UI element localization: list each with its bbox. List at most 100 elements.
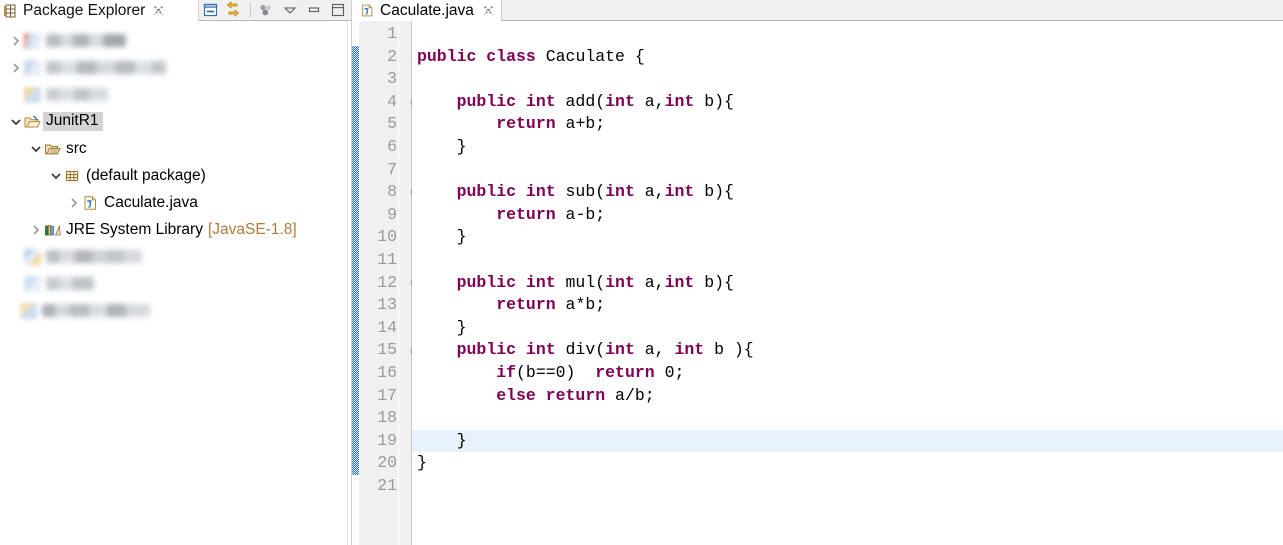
panel-inner-divider bbox=[347, 21, 348, 545]
line-number: 1 bbox=[387, 24, 397, 43]
line-number: 17 bbox=[377, 385, 397, 405]
fold-collapse-icon[interactable] bbox=[399, 91, 421, 114]
code-token: a+b; bbox=[555, 114, 606, 134]
line-number: 21 bbox=[377, 475, 397, 495]
fold-collapse-icon[interactable] bbox=[399, 181, 421, 204]
tree-row[interactable] bbox=[0, 270, 352, 297]
code-line[interactable]: public int sub(int a,int b){ bbox=[412, 181, 1283, 204]
code-token: int bbox=[664, 272, 695, 292]
code-line[interactable]: } bbox=[412, 452, 1283, 475]
close-icon[interactable] bbox=[152, 4, 165, 17]
fold-collapse-icon[interactable] bbox=[399, 272, 421, 295]
tree-row[interactable] bbox=[0, 297, 352, 324]
project-icon bbox=[20, 302, 37, 319]
package-explorer-tab[interactable]: Package Explorer bbox=[0, 0, 165, 21]
code-token: b){ bbox=[694, 182, 734, 202]
code-token: return bbox=[595, 362, 655, 382]
code-token: public int bbox=[456, 340, 566, 360]
open-project-icon bbox=[24, 114, 41, 130]
code-line[interactable]: } bbox=[412, 226, 1283, 249]
chevron-down-icon[interactable] bbox=[8, 114, 24, 130]
chevron-right-icon[interactable] bbox=[28, 222, 44, 238]
editor-marker-bar[interactable] bbox=[352, 21, 359, 545]
code-line[interactable]: else return a/b; bbox=[412, 385, 1283, 408]
tree-row-caculate-java[interactable]: Caculate.java bbox=[0, 189, 352, 216]
fold-collapse-icon[interactable] bbox=[399, 339, 421, 362]
chevron-down-icon[interactable] bbox=[280, 1, 300, 19]
code-token: public class bbox=[417, 46, 546, 66]
package-explorer-tree[interactable]: JunitR1 src (default package) Caculate.j… bbox=[0, 21, 352, 545]
tree-row[interactable] bbox=[0, 54, 352, 81]
tree-row-label-redacted bbox=[42, 304, 150, 317]
tree-row-label: JunitR1 bbox=[43, 112, 103, 131]
tree-row-label-redacted bbox=[46, 277, 94, 290]
line-number: 18 bbox=[377, 408, 397, 428]
code-token: int bbox=[664, 91, 695, 111]
maximize-icon[interactable] bbox=[328, 1, 348, 19]
line-number: 19 bbox=[377, 430, 397, 450]
tree-row-jre-system-library[interactable]: JRE System Library [JavaSE-1.8] bbox=[0, 216, 352, 243]
code-line[interactable]: public int mul(int a,int b){ bbox=[412, 272, 1283, 295]
chevron-down-icon[interactable] bbox=[28, 141, 44, 157]
tree-row-src[interactable]: src bbox=[0, 135, 352, 162]
close-icon[interactable] bbox=[482, 4, 495, 17]
tree-row-label-redacted bbox=[46, 34, 126, 47]
code-line[interactable] bbox=[412, 475, 1283, 498]
code-line[interactable] bbox=[412, 68, 1283, 91]
code-line[interactable]: public int add(int a,int b){ bbox=[412, 91, 1283, 114]
code-line[interactable]: public int div(int a, int b ){ bbox=[412, 339, 1283, 362]
tree-row[interactable] bbox=[0, 81, 352, 108]
code-line[interactable] bbox=[412, 407, 1283, 430]
tree-row[interactable] bbox=[0, 243, 352, 270]
code-token: a-b; bbox=[555, 204, 606, 224]
code-token: int bbox=[605, 272, 635, 292]
code-line[interactable] bbox=[412, 249, 1283, 272]
tree-row-label-redacted bbox=[46, 61, 166, 74]
code-line[interactable]: public class Caculate { bbox=[412, 46, 1283, 69]
code-line[interactable]: return a*b; bbox=[412, 294, 1283, 317]
code-line[interactable]: if(b==0) return 0; bbox=[412, 362, 1283, 385]
code-token: Caculate { bbox=[545, 46, 645, 66]
code-token: } bbox=[417, 430, 467, 450]
code-line[interactable]: } bbox=[412, 136, 1283, 159]
link-with-editor-icon[interactable] bbox=[225, 1, 245, 19]
folding-ruler[interactable] bbox=[399, 21, 421, 545]
code-line[interactable]: return a-b; bbox=[412, 204, 1283, 227]
chevron-right-icon[interactable] bbox=[8, 60, 24, 76]
tree-row-default-package[interactable]: (default package) bbox=[0, 162, 352, 189]
project-icon bbox=[24, 275, 41, 292]
code-token: div( bbox=[565, 340, 606, 360]
code-text-area[interactable]: public class Caculate { public int add(i… bbox=[412, 21, 1283, 545]
code-line[interactable]: return a+b; bbox=[412, 113, 1283, 136]
collapse-all-icon[interactable] bbox=[201, 1, 221, 19]
chevron-down-icon[interactable] bbox=[48, 168, 64, 184]
minimize-icon[interactable] bbox=[304, 1, 324, 19]
code-line[interactable]: } bbox=[412, 317, 1283, 340]
tab-caculate-java[interactable]: Caculate.java bbox=[352, 0, 502, 21]
line-number: 7 bbox=[387, 159, 397, 179]
line-number: 4 bbox=[387, 91, 397, 111]
code-token: a*b; bbox=[555, 295, 606, 315]
view-menu-icon[interactable] bbox=[256, 1, 276, 19]
code-token: public int bbox=[456, 91, 566, 111]
chevron-right-icon[interactable] bbox=[8, 33, 24, 49]
code-line-current[interactable]: } bbox=[412, 429, 1283, 453]
code-line[interactable] bbox=[412, 159, 1283, 182]
tree-row[interactable] bbox=[0, 27, 352, 54]
code-line[interactable] bbox=[412, 23, 1283, 46]
jre-library-icon bbox=[44, 222, 61, 238]
chevron-right-icon[interactable] bbox=[66, 195, 82, 211]
tree-row-junitr1[interactable]: JunitR1 bbox=[0, 108, 352, 135]
line-number: 2 bbox=[387, 46, 397, 66]
